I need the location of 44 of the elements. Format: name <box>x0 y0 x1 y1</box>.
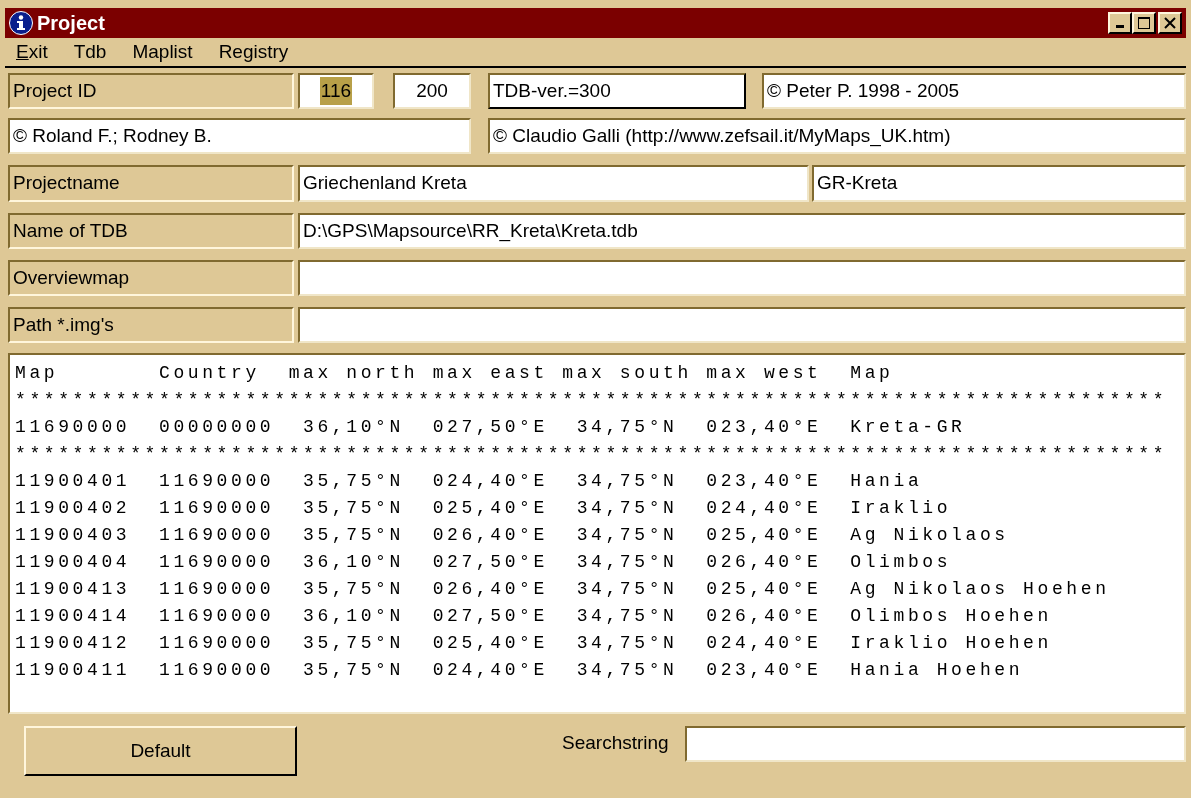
menu-item[interactable]: Maplist <box>132 37 193 67</box>
listing-line: 11900413 11690000 35,75°N 026,40°E 34,75°N 025,40°E Ag Nikolaos Hoehen <box>15 578 1111 601</box>
text-field[interactable] <box>298 307 1186 343</box>
credits-field[interactable]: © Roland F.; Rodney B. <box>8 118 471 154</box>
menu-item[interactable]: Exit <box>16 37 48 67</box>
listing-line: 11900414 11690000 36,10°N 027,50°E 34,75°N 026,40°E Olimbos Hoehen <box>15 605 1053 628</box>
text-field[interactable]: D:\GPS\Mapsource\RR_Kreta\Kreta.tdb <box>298 213 1186 249</box>
listing-line: 11900402 11690000 35,75°N 025,40°E 34,75°N 024,40°E Iraklio <box>15 497 953 520</box>
id-field[interactable]: 116 <box>298 73 374 109</box>
listing-line: 11900404 11690000 36,10°N 027,50°E 34,75°N 026,40°E Olimbos <box>15 551 953 574</box>
close-icon <box>1164 17 1176 29</box>
listing-line: 11900401 11690000 35,75°N 024,40°E 34,75°N 023,40°E Hania <box>15 470 924 493</box>
close-button[interactable] <box>1158 12 1182 34</box>
listing-line: 11900411 11690000 35,75°N 024,40°E 34,75°N 023,40°E Hania Hoehen <box>15 659 1025 682</box>
window-title: Project <box>37 11 105 36</box>
version-field[interactable]: TDB-ver.=300 <box>488 73 746 109</box>
field-label: Projectname <box>8 165 294 202</box>
projectname-field[interactable]: Griechenland Kreta <box>298 165 809 202</box>
field-label: Name of TDB <box>8 213 294 249</box>
listing-line: 11690000 00000000 36,10°N 027,50°E 34,75°N 023,40°E Kreta-GR <box>15 416 967 439</box>
menu-item[interactable]: Tdb <box>73 37 107 67</box>
copyright-field[interactable]: © Peter P. 1998 - 2005 <box>762 73 1186 109</box>
field-label: Path *.img's <box>8 307 294 343</box>
listing-line: Map Country max north max east max south max west Map <box>15 362 895 385</box>
field-label: Project ID <box>8 73 294 109</box>
field-label: Overviewmap <box>8 260 294 296</box>
number-field[interactable]: 200 <box>393 73 471 109</box>
menu-item[interactable]: Registry <box>218 37 289 67</box>
default-button[interactable]: Default <box>24 726 297 776</box>
search-label: Searchstring <box>562 731 669 755</box>
listing-line: ******************************************************************************** <box>15 389 1169 412</box>
text-field[interactable] <box>298 260 1186 296</box>
minimize-icon <box>1116 25 1124 28</box>
credits-field[interactable]: © Claudio Galli (http://www.zefsail.it/MyMaps_UK.htm) <box>488 118 1186 154</box>
maximize-icon <box>1137 16 1151 30</box>
maximize-button[interactable] <box>1132 12 1156 34</box>
listing-line: 11900403 11690000 35,75°N 026,40°E 34,75°N 025,40°E Ag Nikolaos <box>15 524 1010 547</box>
listing-line: 11900412 11690000 35,75°N 025,40°E 34,75°N 024,40°E Iraklio Hoehen <box>15 632 1053 655</box>
shortname-field[interactable]: GR-Kreta <box>812 165 1186 202</box>
minimize-button[interactable] <box>1108 12 1132 34</box>
search-field[interactable] <box>684 726 1186 762</box>
listing-line: ******************************************************************************** <box>15 443 1169 466</box>
map-listing[interactable] <box>8 353 1186 714</box>
info-icon <box>9 11 33 35</box>
